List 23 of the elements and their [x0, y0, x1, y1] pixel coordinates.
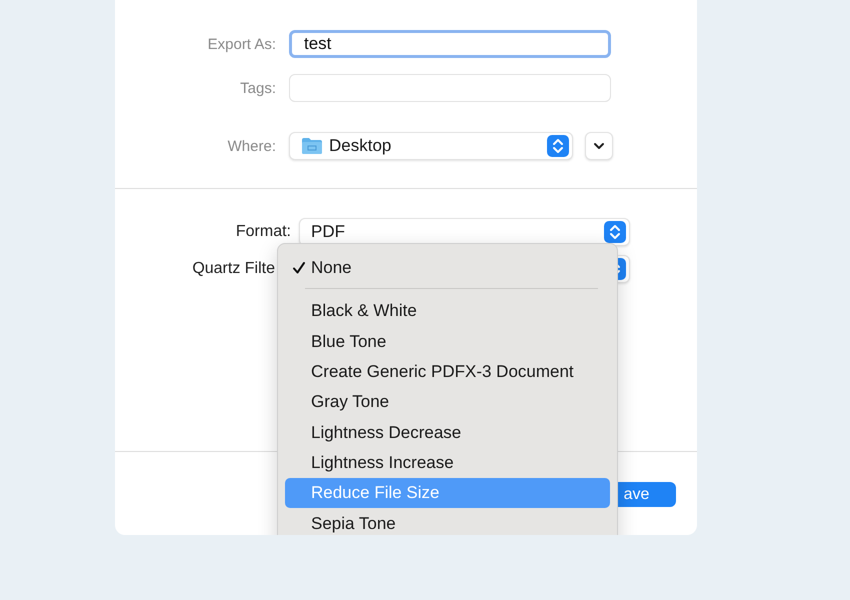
expand-button[interactable]: [585, 132, 613, 160]
format-popup[interactable]: PDF: [299, 218, 630, 246]
checkmark-icon: [292, 261, 306, 276]
folder-icon: [301, 137, 323, 155]
tags-field[interactable]: [289, 74, 611, 102]
menu-item[interactable]: Sepia Tone: [285, 508, 610, 535]
menu-item[interactable]: Blue Tone: [285, 326, 610, 357]
export-as-label: Export As:: [206, 36, 276, 52]
stepper-icon: [547, 135, 569, 157]
menu-item[interactable]: Create Generic PDFX-3 Document: [285, 356, 610, 388]
where-label: Where:: [226, 138, 276, 154]
menu-item[interactable]: Black & White: [285, 296, 610, 327]
tags-label: Tags:: [239, 80, 276, 96]
menu-item[interactable]: None: [285, 253, 610, 284]
menu-item[interactable]: Gray Tone: [285, 387, 610, 418]
quartz-filter-label: Quartz Filte: [191, 260, 275, 278]
menu-item[interactable]: Lightness Increase: [285, 448, 610, 478]
stepper-icon: [604, 221, 626, 243]
file-name-field[interactable]: test: [289, 30, 611, 58]
location-popup[interactable]: Desktop: [289, 132, 573, 160]
menu-item[interactable]: Lightness Decrease: [285, 417, 610, 448]
format-label: Format:: [234, 223, 291, 241]
chevron-down-icon: [593, 142, 605, 150]
